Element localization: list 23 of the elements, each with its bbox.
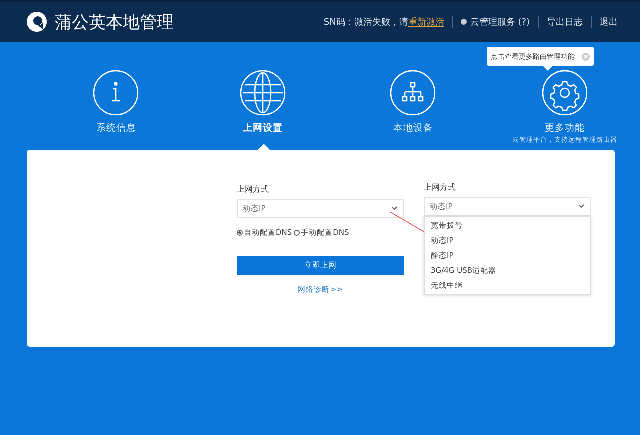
gear-icon [542,70,588,116]
status-dot [461,19,468,25]
reactivate-link[interactable]: 重新激活 [408,16,444,28]
network-icon [390,70,436,116]
radio-button[interactable] [237,230,243,236]
radio-button[interactable] [294,230,300,236]
annotation-line [390,212,426,233]
app-title: 蒲公英本地管理 [55,12,174,34]
logout-link[interactable]: 退出 [600,16,618,28]
nav-tab[interactable]: 上网设置 [190,70,336,150]
globe-icon [240,70,286,116]
chevron-down-icon [578,204,585,209]
nav-tab[interactable]: 系统信息 [43,70,190,150]
connect-button[interactable]: 立即上网 [237,256,404,275]
field-label: 上网方式 [424,182,457,193]
nav-tab[interactable]: 本地设备 [336,70,490,150]
sn-status: SN码：激活失败，请 [324,16,408,28]
info-icon [93,70,140,116]
cloud-service-link[interactable]: 云管理服务 (?) [461,16,530,28]
field-label: 上网方式 [237,184,270,195]
chevron-down-icon [391,206,398,211]
export-log-link[interactable]: 导出日志 [547,16,583,28]
logo-icon [27,12,47,32]
